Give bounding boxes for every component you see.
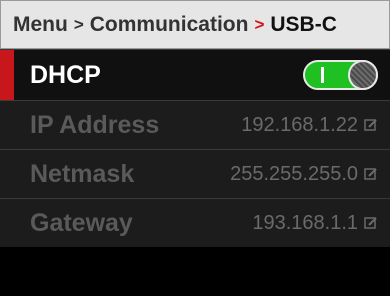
breadcrumb-item-communication[interactable]: Communication bbox=[90, 13, 249, 37]
ip-address-row[interactable]: IP Address 192.168.1.22 bbox=[0, 100, 390, 149]
usb-c-settings-screen: Menu > Communication > USB-C DHCP IP Add… bbox=[0, 0, 390, 296]
ip-address-value: 192.168.1.22 bbox=[241, 113, 358, 136]
breadcrumb-separator-icon: > bbox=[254, 14, 265, 34]
netmask-value: 255.255.255.0 bbox=[230, 162, 358, 185]
breadcrumb-current: USB-C bbox=[270, 12, 337, 36]
netmask-label: Netmask bbox=[30, 159, 135, 188]
dhcp-row[interactable]: DHCP bbox=[0, 49, 390, 100]
dhcp-label: DHCP bbox=[30, 60, 101, 89]
edit-pencil-icon[interactable] bbox=[364, 216, 378, 230]
breadcrumb-separator-icon: > bbox=[73, 14, 84, 34]
breadcrumb: Menu > Communication > USB-C bbox=[0, 0, 390, 49]
breadcrumb-item-menu[interactable]: Menu bbox=[13, 13, 68, 37]
gateway-row[interactable]: Gateway 193.168.1.1 bbox=[0, 198, 390, 247]
gateway-value: 193.168.1.1 bbox=[252, 211, 358, 234]
dhcp-toggle[interactable] bbox=[303, 60, 378, 90]
empty-area bbox=[0, 247, 390, 296]
gateway-label: Gateway bbox=[30, 208, 133, 237]
edit-pencil-icon[interactable] bbox=[364, 167, 378, 181]
selection-indicator bbox=[0, 50, 14, 100]
netmask-row[interactable]: Netmask 255.255.255.0 bbox=[0, 149, 390, 198]
edit-pencil-icon[interactable] bbox=[364, 118, 378, 132]
toggle-knob bbox=[348, 60, 378, 90]
toggle-on-mark-icon bbox=[321, 67, 324, 83]
ip-address-label: IP Address bbox=[30, 110, 160, 139]
